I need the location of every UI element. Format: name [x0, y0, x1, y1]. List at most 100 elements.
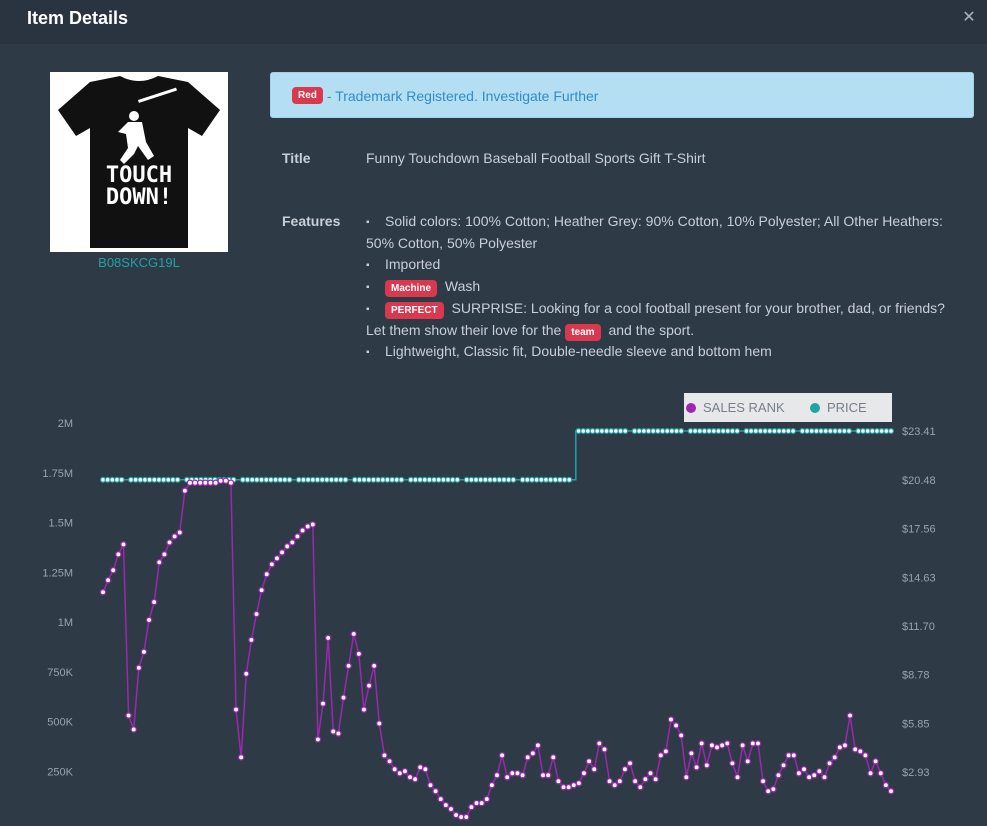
right-axis-tick: $20.48 — [902, 475, 936, 487]
right-axis-tick: $11.70 — [902, 621, 935, 633]
sales-rank-point — [427, 781, 434, 789]
sales-rank-point — [222, 477, 230, 484]
left-axis-tick: 500K — [47, 717, 73, 729]
sales-rank-point — [672, 722, 680, 729]
sales-rank-point — [186, 479, 194, 486]
price-point — [510, 476, 517, 483]
sales-rank-point — [212, 479, 219, 486]
sales-rank-point — [324, 634, 332, 642]
right-axis-tick: $5.85 — [902, 719, 930, 731]
sales-rank-point — [253, 610, 260, 618]
sales-rank-point — [862, 752, 869, 759]
sales-rank-point — [370, 662, 378, 670]
sales-rank-point — [115, 551, 122, 558]
sales-rank-point — [677, 732, 685, 739]
sales-rank-point — [386, 758, 393, 765]
sales-rank-point — [544, 771, 552, 779]
sales-rank-point — [278, 549, 286, 556]
sales-rank-point — [130, 726, 137, 733]
sales-rank-point — [509, 769, 516, 777]
sales-rank-point — [345, 662, 352, 670]
left-axis-tick: 1M — [58, 617, 73, 629]
sales-rank-point — [319, 700, 327, 707]
sales-rank-point — [365, 682, 373, 689]
sales-rank-point — [565, 783, 572, 791]
sales-rank-point — [120, 541, 127, 548]
sales-rank-point — [667, 716, 675, 723]
sales-rank-point — [621, 766, 629, 773]
sales-rank-point — [248, 636, 255, 644]
sales-rank-point — [447, 805, 455, 813]
sales-rank-point — [207, 479, 214, 486]
sales-rank-point — [309, 521, 317, 528]
sales-rank-point — [836, 744, 844, 751]
sales-rank-point — [468, 803, 475, 811]
sales-rank-point — [396, 769, 404, 777]
left-axis-tick: 750K — [47, 667, 73, 679]
sales-rank-point — [381, 752, 388, 759]
sales-rank-point — [350, 630, 357, 638]
price-point — [566, 476, 573, 483]
sales-rank-point — [232, 706, 240, 713]
sales-rank-point — [877, 769, 885, 777]
sales-rank-point — [585, 758, 593, 765]
sales-rank-point — [816, 768, 823, 775]
price-point — [734, 428, 741, 435]
sales-rank-point — [800, 766, 808, 773]
sales-rank-point — [734, 773, 741, 781]
sales-rank-point — [826, 760, 833, 767]
sales-rank-point — [294, 533, 301, 540]
sales-rank-point — [744, 758, 751, 765]
sales-rank-point — [887, 787, 895, 795]
sales-rank-point — [314, 736, 322, 743]
sales-rank-point — [560, 783, 567, 791]
sales-rank-point — [437, 795, 444, 803]
price-line — [103, 430, 891, 481]
sales-rank-point — [759, 777, 767, 785]
right-axis-tick: $8.78 — [902, 670, 930, 682]
sales-rank-point — [534, 742, 542, 749]
sales-rank-point — [790, 752, 798, 759]
price-point — [174, 476, 181, 483]
sales-rank-point — [498, 752, 506, 759]
sales-rank-point — [406, 773, 414, 781]
sales-rank-line — [102, 479, 892, 818]
left-axis-tick: 1.5M — [49, 518, 73, 530]
sales-rank-point — [662, 748, 670, 755]
sales-rank-point — [483, 795, 491, 803]
sales-rank-point — [580, 769, 588, 777]
sales-rank-point — [550, 754, 557, 761]
sales-rank-point — [243, 670, 250, 677]
sales-rank-point — [693, 764, 700, 771]
left-axis-tick: 250K — [47, 766, 73, 778]
sales-rank-point — [775, 771, 782, 779]
sales-rank-point — [268, 561, 276, 568]
sales-rank-point — [637, 783, 644, 791]
sales-rank-point — [642, 775, 649, 783]
sales-rank-point — [529, 750, 537, 757]
price-point — [790, 428, 797, 435]
sales-rank-point — [780, 762, 787, 769]
left-axis-tick: 2M — [58, 418, 73, 430]
sales-rank-point — [340, 694, 347, 701]
sales-rank-point — [846, 712, 854, 719]
sales-rank-point — [258, 586, 265, 594]
sales-rank-point — [575, 779, 583, 787]
sales-rank-point — [411, 775, 419, 783]
sales-rank-point — [488, 781, 496, 789]
sales-rank-point — [857, 748, 864, 755]
sales-rank-point — [401, 768, 409, 775]
sales-rank-point — [606, 777, 613, 785]
sales-rank-point — [539, 771, 547, 779]
sales-rank-point — [652, 775, 659, 783]
right-axis-tick: $2.93 — [902, 767, 930, 779]
sales-rank-point — [631, 777, 639, 785]
sales-rank-point — [795, 769, 803, 777]
right-axis-tick: $17.56 — [902, 523, 936, 535]
price-point — [678, 428, 685, 435]
sales-rank-point — [514, 769, 521, 777]
sales-rank-point — [104, 576, 112, 584]
sales-rank-point — [729, 760, 736, 767]
price-point — [118, 476, 125, 483]
left-axis-tick: 1.25M — [42, 567, 73, 579]
